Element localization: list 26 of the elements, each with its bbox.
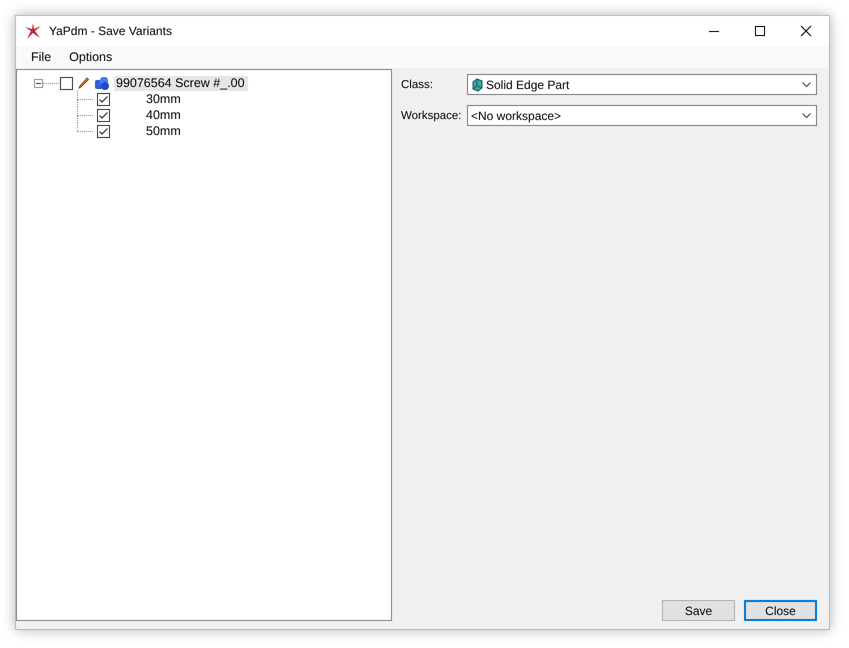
part-icon (471, 78, 484, 92)
dropdown-field[interactable]: <No workspace> (467, 105, 817, 126)
checkbox[interactable] (97, 124, 110, 138)
tree-item[interactable]: 40mm (144, 108, 184, 122)
chevron-down-icon (802, 82, 811, 88)
chevron-down-icon (802, 112, 811, 118)
pencil-icon (78, 77, 89, 89)
dialog-button[interactable]: Save (662, 600, 735, 621)
window-title: YaPdm - Save Variants (49, 24, 173, 38)
checkbox[interactable] (97, 108, 110, 122)
checkbox[interactable] (97, 92, 110, 106)
menu-item[interactable]: Options (60, 50, 122, 64)
field-label: Workspace: (401, 110, 463, 122)
maximize-icon (754, 25, 766, 37)
dialog-button[interactable]: Close (744, 600, 817, 621)
dropdown-field[interactable]: Solid Edge Part (467, 74, 817, 95)
collapse-icon[interactable] (34, 78, 43, 88)
part-icon (94, 75, 110, 91)
star-icon (25, 23, 41, 39)
menu-item[interactable]: File (22, 50, 60, 64)
field-label: Class: (401, 78, 434, 90)
tree-item[interactable]: 99076564 Screw #_.00 (114, 76, 248, 90)
tree-item[interactable]: 50mm (144, 124, 184, 138)
close-icon (800, 25, 812, 37)
checkbox[interactable] (60, 76, 73, 90)
tree-item[interactable]: 30mm (144, 92, 184, 106)
